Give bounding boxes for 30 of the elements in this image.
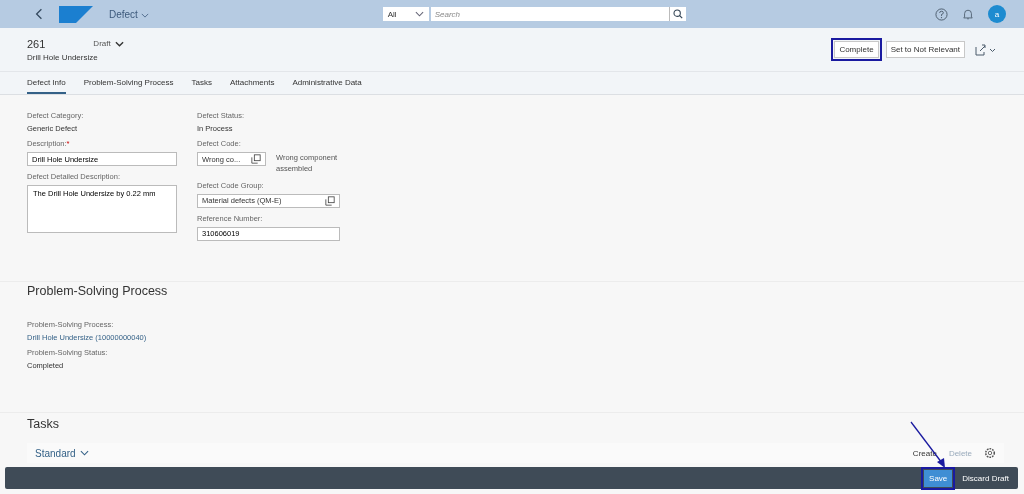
header-action-button[interactable]: Complete	[834, 41, 879, 58]
caret-icon	[79, 450, 89, 456]
search-scope-select[interactable]: All	[382, 7, 429, 21]
section-title: Problem-Solving Process	[27, 284, 169, 298]
share-icon[interactable]	[975, 43, 997, 56]
section-tab[interactable]: Attachments	[229, 72, 275, 94]
header-action-button[interactable]: Set to Not Relevant	[885, 41, 965, 58]
footer-action-button[interactable]: Discard Draft	[957, 469, 1014, 487]
variant-selector[interactable]: Standard	[35, 447, 89, 459]
help-icon[interactable]	[935, 7, 948, 21]
caret-icon	[414, 11, 424, 17]
section-tab[interactable]: Defect Info	[27, 72, 66, 94]
value-help-icon[interactable]	[325, 195, 335, 206]
settings-icon[interactable]	[984, 447, 996, 459]
user-avatar[interactable]: a	[988, 5, 1006, 23]
notification-bell-icon[interactable]	[962, 7, 974, 21]
object-subtitle: Drill Hole Undersize	[27, 52, 99, 62]
caret-icon	[140, 12, 149, 18]
search-field[interactable]: Search	[430, 7, 669, 21]
app-title-menu[interactable]: Defect	[109, 8, 149, 20]
value-help-icon[interactable]	[251, 154, 261, 164]
logo-icon	[59, 5, 93, 23]
section-tab[interactable]: Problem-Solving Process	[83, 72, 174, 94]
section-title: Tasks	[27, 417, 60, 431]
caret-icon	[114, 40, 124, 47]
section-tab[interactable]: Tasks	[191, 72, 212, 94]
object-id: 261	[27, 37, 46, 50]
back-icon[interactable]	[35, 8, 43, 20]
draft-status-menu[interactable]: Draft	[93, 39, 124, 48]
section-tab[interactable]: Administrative Data	[292, 72, 362, 94]
